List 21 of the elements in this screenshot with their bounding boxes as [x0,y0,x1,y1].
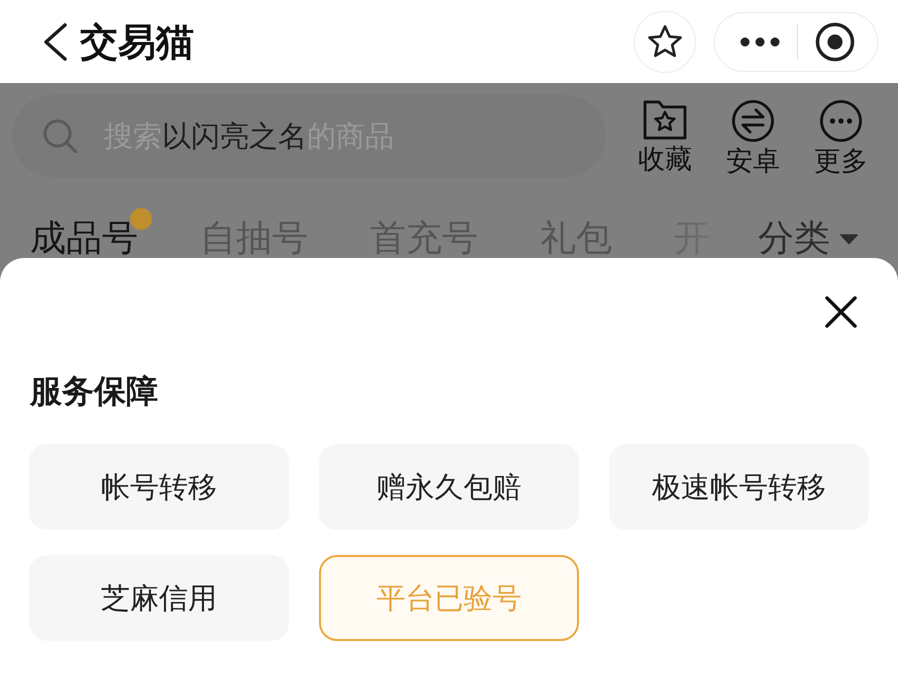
shortcut-button[interactable]: 更多 [801,99,881,175]
page-title: 交易猫 [80,22,194,60]
search-icon [42,118,78,154]
service-option-button[interactable]: 芝麻信用 [29,555,289,641]
service-option-button[interactable]: 极速帐号转移 [609,444,869,530]
back-icon[interactable] [42,22,68,60]
more-icon [819,99,863,143]
shortcut-button[interactable]: 收藏 [625,99,705,175]
service-option-button[interactable]: 赠永久包赔 [319,444,579,530]
swap-arrows-icon [731,99,775,143]
shortcut-button[interactable]: 安卓 [713,99,793,175]
category-filter-button[interactable]: 分类 [758,220,858,258]
category-tab[interactable]: 成品号 [30,220,138,258]
star-icon [647,24,683,60]
section-title: 服务保障 [30,375,158,407]
service-option-button[interactable]: 帐号转移 [29,444,289,530]
close-icon[interactable] [825,296,857,328]
target-icon[interactable] [815,22,855,62]
folder-star-icon [642,99,688,141]
dropdown-caret-icon [840,234,858,244]
more-icon[interactable] [740,36,780,46]
